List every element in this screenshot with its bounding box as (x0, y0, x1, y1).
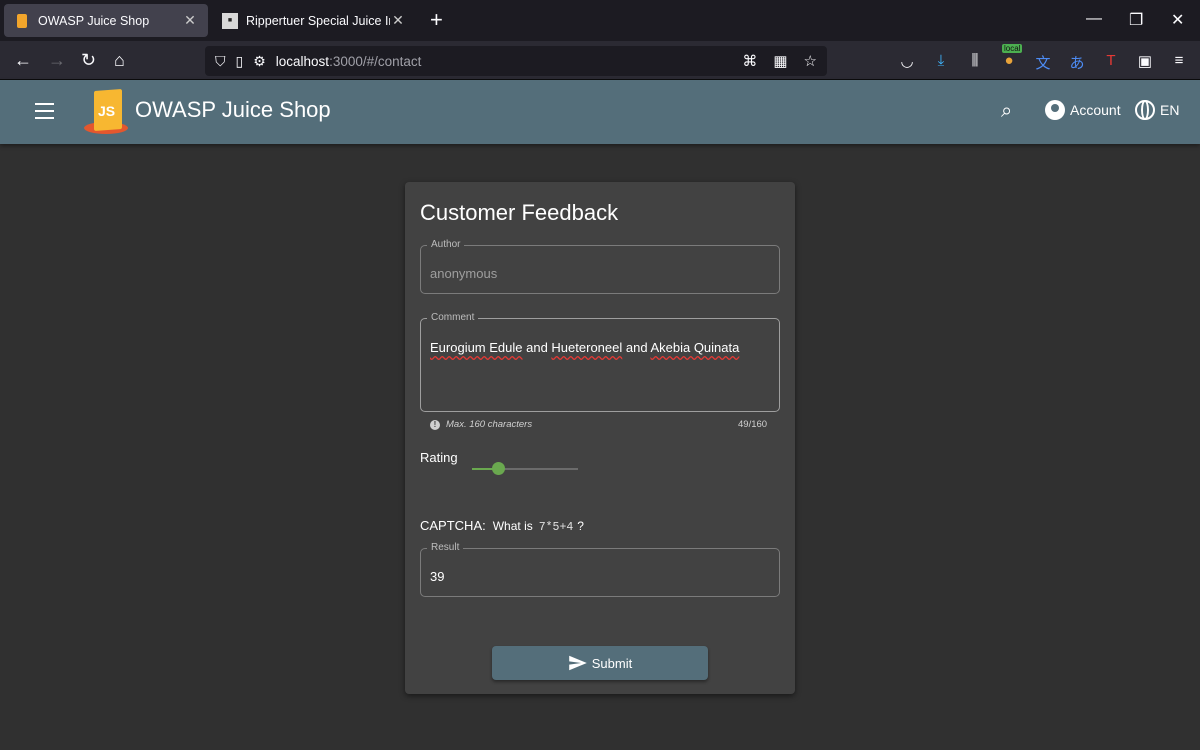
close-tab-icon[interactable]: ✕ (390, 12, 406, 29)
captcha-question-mark: ? (577, 519, 584, 533)
qr-code-icon[interactable]: ▦ (773, 52, 787, 70)
home-icon[interactable]: ⌂ (114, 50, 125, 70)
account-label: Account (1070, 102, 1121, 118)
feedback-card: Customer Feedback Author anonymous Comme… (405, 182, 795, 694)
reload-icon[interactable]: ↻ (81, 50, 96, 70)
new-tab-icon[interactable]: + (430, 9, 443, 31)
rating-slider-thumb[interactable] (492, 462, 505, 475)
bookmark-star-icon[interactable]: ☆ (804, 52, 817, 70)
send-icon (568, 655, 587, 671)
comment-hint: ! Max. 160 characters (430, 419, 532, 430)
library-icon[interactable]: ⫼ (966, 52, 984, 73)
url-path: :3000/#/contact (329, 53, 422, 69)
hamburger-menu-icon[interactable] (35, 103, 54, 119)
extension-cookie-icon[interactable]: ● (1000, 52, 1018, 73)
captcha: CAPTCHA: What is 7*5+4 ? (420, 518, 584, 534)
result-value[interactable]: 39 (430, 569, 444, 584)
permissions-icon[interactable]: ⚙ (253, 53, 266, 70)
forward-icon[interactable]: → (48, 50, 66, 70)
extension-translate-icon[interactable]: 文 (1034, 52, 1052, 73)
back-icon[interactable]: ← (14, 50, 32, 70)
comment-value[interactable]: Eurogium Edule and Hueteroneel and Akebi… (430, 340, 739, 355)
extensions-icon[interactable]: ▣ (1136, 52, 1154, 73)
rating-slider[interactable] (472, 462, 578, 475)
restore-icon[interactable]: ❐ (1129, 10, 1143, 30)
tab-title: Rippertuer Special Juice Ingredi (246, 13, 390, 28)
browser-nav-bar: ← → ↻ ⌂ ⛉ ▯ ⚙ localhost :3000/#/contact … (0, 41, 1200, 80)
extension-language-icon[interactable]: あ (1068, 52, 1086, 73)
character-counter: 49/160 (738, 419, 768, 430)
account-circle-icon (1045, 100, 1065, 120)
url-bar[interactable]: ⛉ ▯ ⚙ localhost :3000/#/contact ⌘ ▦ ☆ (205, 46, 827, 76)
document-favicon-icon: ■ (222, 12, 238, 29)
info-icon: ! (430, 419, 440, 430)
author-field: Author anonymous (420, 239, 780, 294)
browser-tab-bar: OWASP Juice Shop ✕ ■ Rippertuer Special … (0, 0, 1200, 41)
submit-button[interactable]: Submit (492, 646, 708, 680)
comment-field[interactable]: Comment Eurogium Edule and Hueteroneel a… (420, 312, 780, 412)
minimize-icon[interactable]: — (1086, 10, 1102, 28)
juice-shop-logo[interactable]: JS (84, 86, 130, 138)
captcha-expression: 7*5+4 (538, 521, 574, 534)
page-icon[interactable]: ▯ (236, 53, 244, 70)
globe-icon (1135, 100, 1155, 120)
juice-favicon-icon (17, 13, 27, 28)
comment-label: Comment (427, 312, 479, 323)
shield-icon[interactable]: ⛉ (215, 53, 226, 70)
author-value: anonymous (430, 266, 498, 281)
tab-title: OWASP Juice Shop (38, 13, 150, 28)
translate-icon[interactable]: ⌘ (742, 52, 757, 70)
tab-rippertuer[interactable]: ■ Rippertuer Special Juice Ingredi ✕ (212, 4, 416, 37)
url-host: localhost (275, 53, 330, 69)
author-label: Author (427, 239, 465, 250)
captcha-label: CAPTCHA: (420, 518, 486, 533)
tab-owasp-juice-shop[interactable]: OWASP Juice Shop ✕ (4, 4, 208, 37)
app-toolbar: JS OWASP Juice Shop ⌕ Account EN (0, 80, 1200, 144)
result-field[interactable]: Result 39 (420, 542, 780, 597)
pocket-icon[interactable]: ◡ (898, 52, 916, 73)
close-tab-icon[interactable]: ✕ (182, 12, 198, 29)
captcha-question: What is (492, 519, 533, 533)
result-label: Result (427, 542, 464, 553)
download-icon[interactable]: ⤓ (932, 52, 950, 73)
language-label: EN (1160, 102, 1180, 118)
language-button[interactable]: EN (1135, 100, 1179, 120)
close-window-icon[interactable]: ✕ (1171, 10, 1184, 30)
page-title: Customer Feedback (420, 200, 619, 225)
extension-t-icon[interactable]: T (1102, 52, 1120, 73)
local-badge: local (1002, 44, 1023, 53)
app-title[interactable]: OWASP Juice Shop (135, 97, 331, 123)
app-menu-icon[interactable]: ≡ (1170, 52, 1188, 73)
account-button[interactable]: Account (1045, 100, 1121, 120)
rating-label: Rating (420, 450, 458, 465)
search-icon[interactable]: ⌕ (1001, 100, 1012, 123)
submit-label: Submit (591, 655, 633, 671)
